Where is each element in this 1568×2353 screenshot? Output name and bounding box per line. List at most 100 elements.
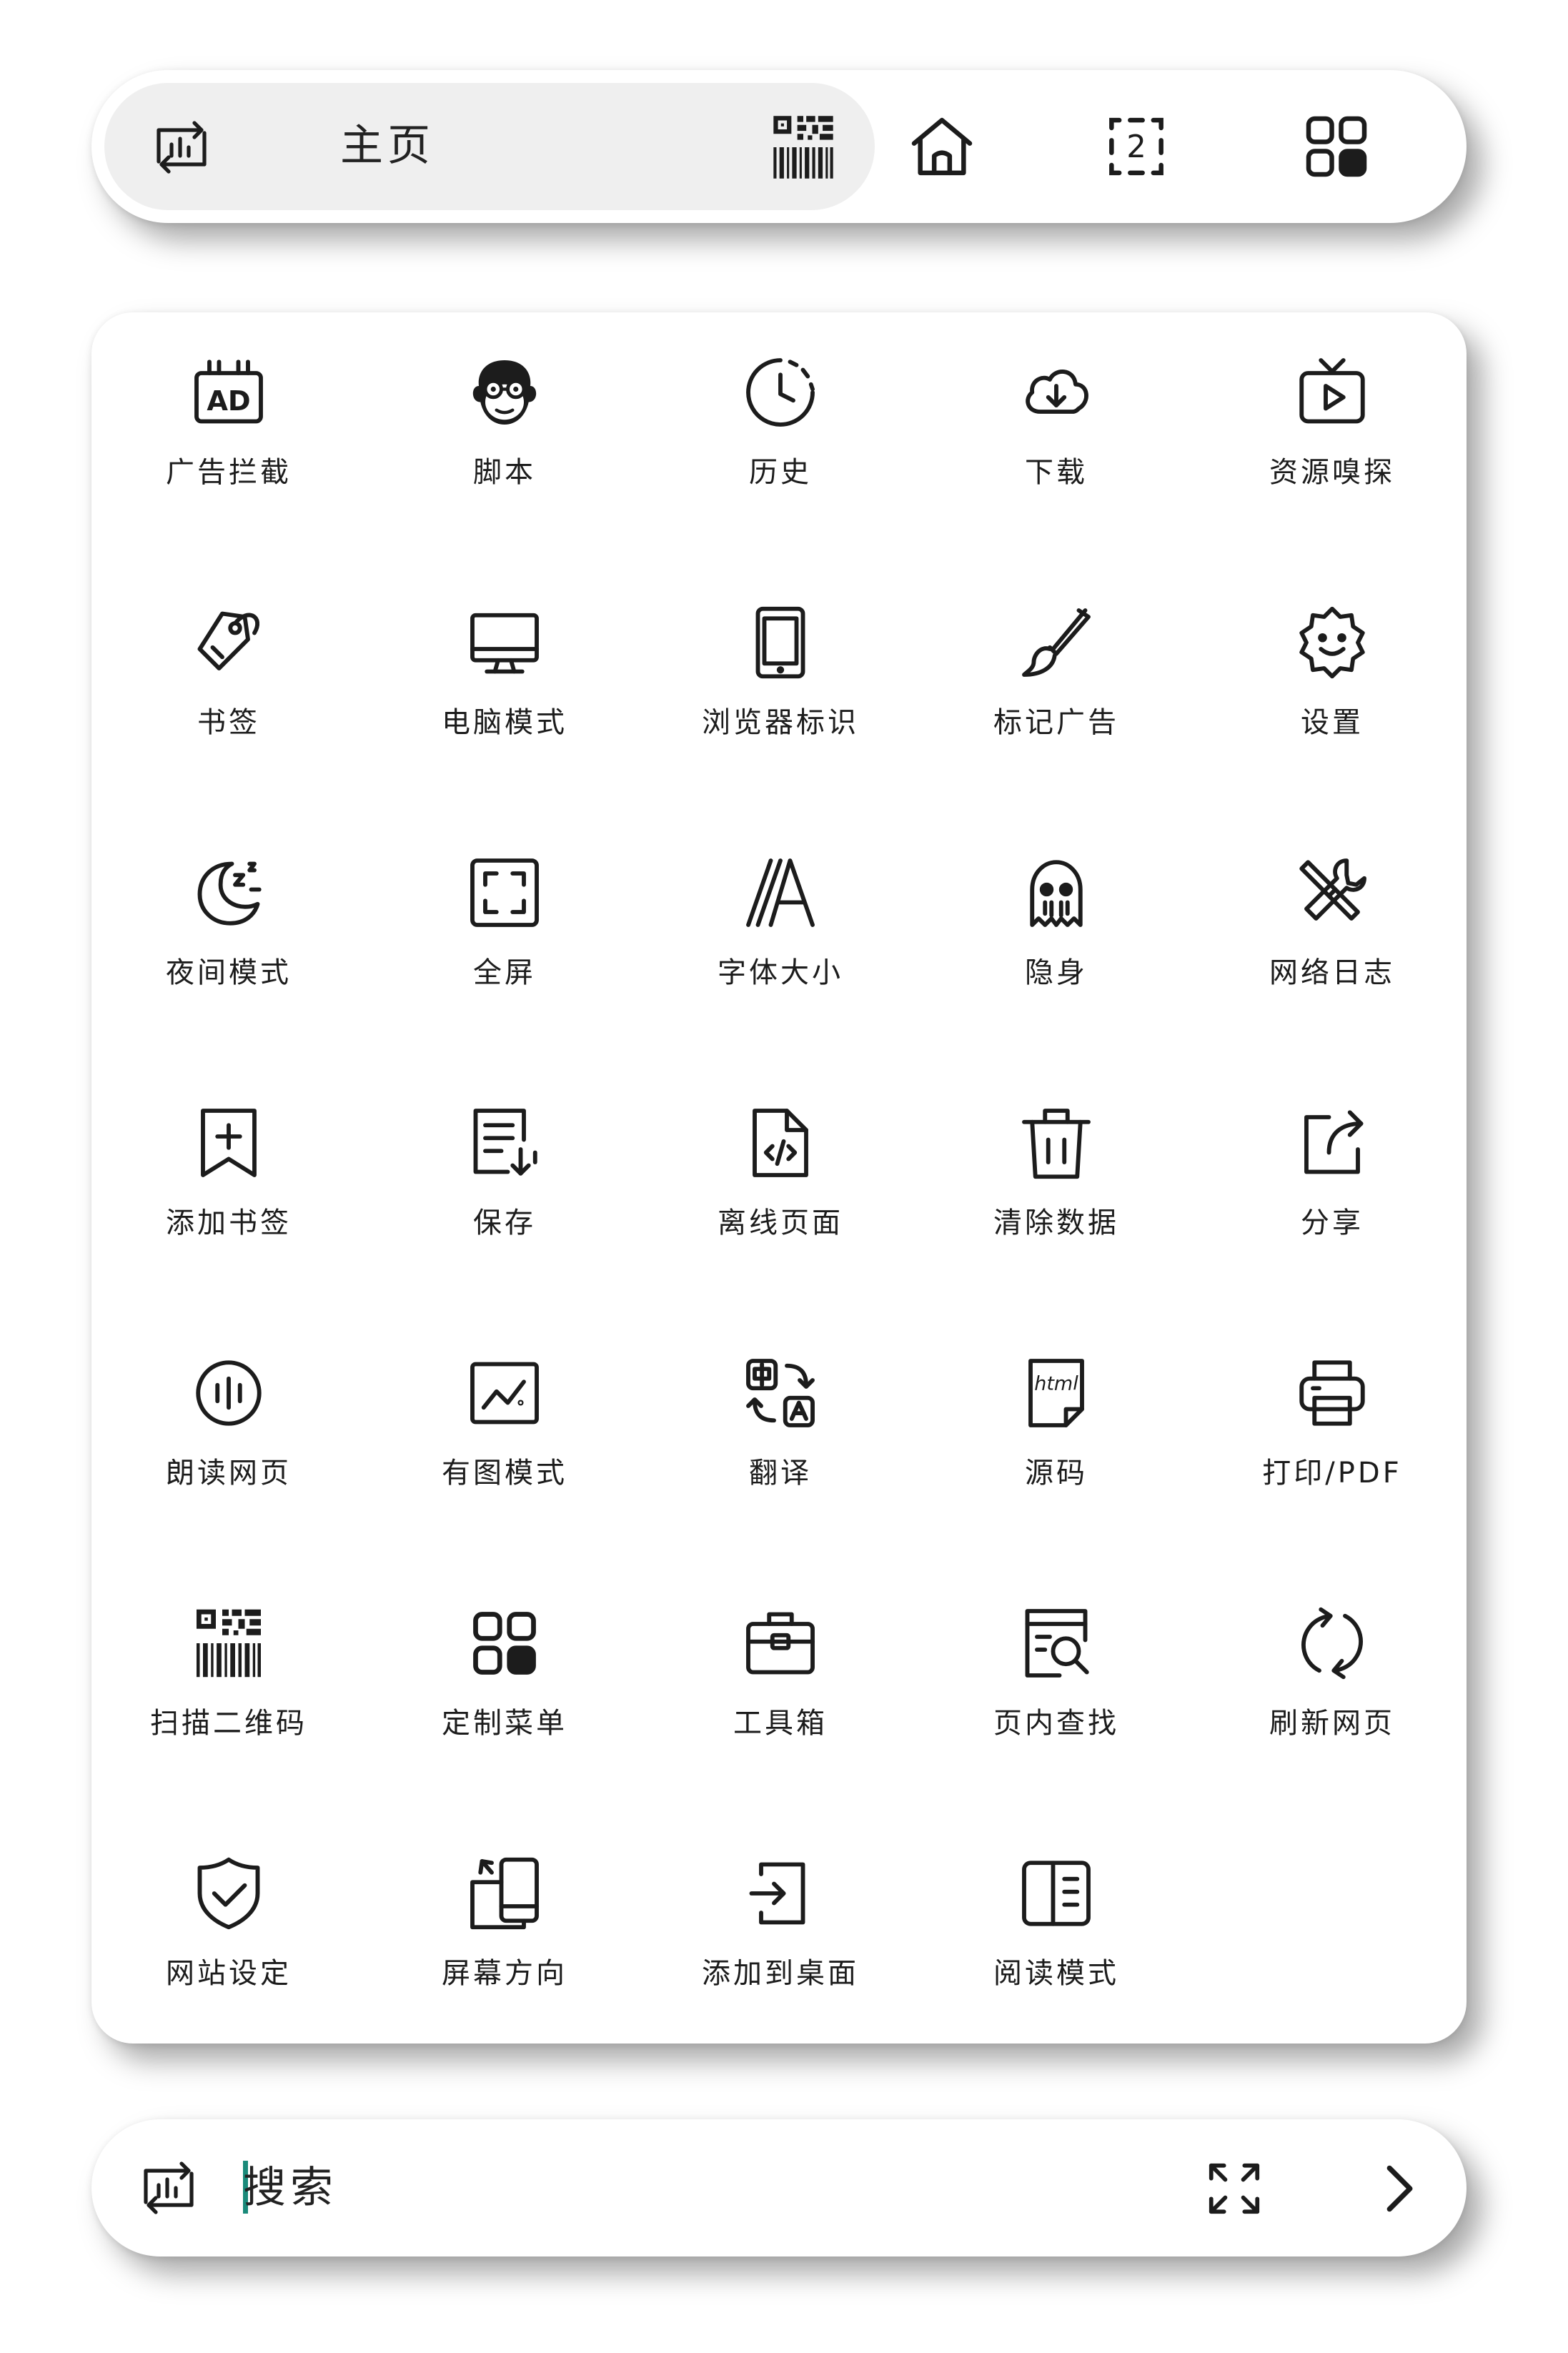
tabs-button[interactable]: 2	[1099, 109, 1173, 184]
menu-item-label: 字体大小	[718, 956, 843, 989]
screen-rotate-icon	[466, 1855, 543, 1932]
menu-item[interactable]: 扫描二维码	[91, 1563, 366, 1778]
add-bookmark-icon	[190, 1104, 267, 1182]
save-page-icon	[466, 1104, 543, 1182]
menu-item[interactable]: 隐身	[919, 813, 1194, 1027]
image-mode-icon	[466, 1354, 543, 1432]
menu-item[interactable]: 浏览器标识	[643, 563, 918, 777]
menu-item-label: 屏幕方向	[442, 1957, 567, 1990]
cloud-download-icon	[1018, 354, 1095, 431]
menu-item-label: 分享	[1301, 1207, 1364, 1239]
brush-icon	[1018, 604, 1095, 681]
page-title: 主页	[340, 121, 435, 171]
menu-item[interactable]: html 源码	[919, 1313, 1194, 1527]
menu-item-label: 全屏	[473, 956, 536, 989]
menu-item[interactable]: 添加书签	[91, 1063, 366, 1277]
menu-item-label: 清除数据	[993, 1207, 1119, 1239]
menu-item[interactable]: 历史	[643, 312, 918, 527]
menu-item-label: 阅读模式	[993, 1957, 1119, 1990]
desktop-icon	[466, 604, 543, 681]
share-icon	[1294, 1104, 1371, 1182]
menu-item[interactable]: 屏幕方向	[367, 1813, 642, 2028]
menu-item[interactable]: 资源嗅探	[1195, 312, 1469, 527]
menu-item[interactable]: 下载	[919, 312, 1194, 527]
menu-item[interactable]: 清除数据	[919, 1063, 1194, 1277]
menu-item[interactable]: 全屏	[367, 813, 642, 1027]
menu-item-label: 翻译	[749, 1457, 812, 1490]
menu-item[interactable]: 标记广告	[919, 563, 1194, 777]
menu-item[interactable]: 书签	[91, 563, 366, 777]
menu-item-label: 下载	[1025, 456, 1088, 489]
menu-item[interactable]: 夜间模式	[91, 813, 366, 1027]
svg-text:html: html	[1034, 1373, 1078, 1395]
menu-item[interactable]: 保存	[367, 1063, 642, 1277]
menu-item[interactable]: 网络日志	[1195, 813, 1469, 1027]
menu-item-label: 设置	[1301, 706, 1364, 739]
translate-icon	[742, 1354, 819, 1432]
bottom-search-bar[interactable]: 搜索	[91, 2119, 1467, 2257]
custom-menu-icon	[466, 1605, 543, 1682]
qr-barcode-icon[interactable]	[768, 112, 839, 183]
svg-text:2: 2	[1126, 129, 1146, 165]
svg-text:AD: AD	[207, 385, 250, 417]
menu-item[interactable]: 刷新网页	[1195, 1563, 1469, 1778]
menu-item-label: 源码	[1025, 1457, 1088, 1490]
menu-item-label: 电脑模式	[442, 706, 567, 739]
expand-arrows-icon[interactable]	[1204, 2158, 1265, 2219]
menu-grid-icon	[1306, 116, 1367, 177]
search-input[interactable]: 搜索	[243, 2159, 337, 2216]
menu-item[interactable]: 阅读模式	[919, 1813, 1194, 2028]
tools-icon	[1294, 854, 1371, 931]
menu-item-label: 广告拦截	[166, 456, 292, 489]
menu-item[interactable]: 脚本	[367, 312, 642, 527]
menu-item[interactable]: 页内查找	[919, 1563, 1194, 1778]
offline-code-icon	[742, 1104, 819, 1182]
trash-icon	[1018, 1104, 1095, 1182]
menu-item[interactable]: 朗读网页	[91, 1313, 366, 1527]
refresh-icon	[1294, 1605, 1371, 1682]
menu-item-label: 保存	[473, 1207, 536, 1239]
menu-item-label: 夜间模式	[166, 956, 292, 989]
browser-switch-icon[interactable]	[147, 113, 216, 182]
menu-item-label: 网站设定	[166, 1957, 292, 1990]
menu-item[interactable]: 网站设定	[91, 1813, 366, 2028]
menu-item[interactable]: 定制菜单	[367, 1563, 642, 1778]
menu-item-label: 工具箱	[733, 1707, 828, 1740]
quick-menu-panel: AD 广告拦截 脚本 历史 下载 资源嗅探书签 电脑模式 浏览器标识 标记广告 设置夜间模式 全屏 字…	[91, 312, 1467, 2044]
menu-item[interactable]: 分享	[1195, 1063, 1469, 1277]
menu-item-label: 资源嗅探	[1269, 456, 1395, 489]
home-icon	[911, 117, 973, 176]
menu-item-label: 定制菜单	[442, 1707, 567, 1740]
menu-item-label: 有图模式	[442, 1457, 567, 1490]
chevron-right-icon[interactable]	[1366, 2158, 1428, 2219]
ad-block-icon: AD	[190, 354, 267, 431]
menu-item[interactable]: 字体大小	[643, 813, 918, 1027]
history-clock-icon	[742, 354, 819, 431]
ghost-icon	[1018, 854, 1095, 931]
moon-icon	[190, 854, 267, 931]
menu-item[interactable]: 离线页面	[643, 1063, 918, 1277]
menu-item[interactable]: 电脑模式	[367, 563, 642, 777]
menu-item[interactable]: 翻译	[643, 1313, 918, 1527]
menu-item-label: 页内查找	[993, 1707, 1119, 1740]
read-aloud-icon	[190, 1354, 267, 1432]
menu-item-label: 隐身	[1025, 956, 1088, 989]
menu-item-label: 标记广告	[993, 706, 1119, 739]
menu-item-label: 网络日志	[1269, 956, 1395, 989]
menu-item-label: 浏览器标识	[702, 706, 859, 739]
menu-item[interactable]: 有图模式	[367, 1313, 642, 1527]
menu-item[interactable]: 添加到桌面	[643, 1813, 918, 2028]
menu-item-label: 刷新网页	[1269, 1707, 1395, 1740]
home-button[interactable]	[905, 109, 979, 184]
fullscreen-icon	[466, 854, 543, 931]
menu-button[interactable]	[1299, 109, 1374, 184]
shield-check-icon	[190, 1855, 267, 1932]
menu-item-label: 添加书签	[166, 1207, 292, 1239]
menu-item[interactable]: AD 广告拦截	[91, 312, 366, 527]
browser-switch-icon[interactable]	[134, 2154, 203, 2222]
menu-item[interactable]: 设置	[1195, 563, 1469, 777]
font-size-icon	[742, 854, 819, 931]
menu-item[interactable]: 工具箱	[643, 1563, 918, 1778]
address-bar[interactable]: 主页	[104, 83, 875, 210]
menu-item[interactable]: 打印/PDF	[1195, 1313, 1469, 1527]
